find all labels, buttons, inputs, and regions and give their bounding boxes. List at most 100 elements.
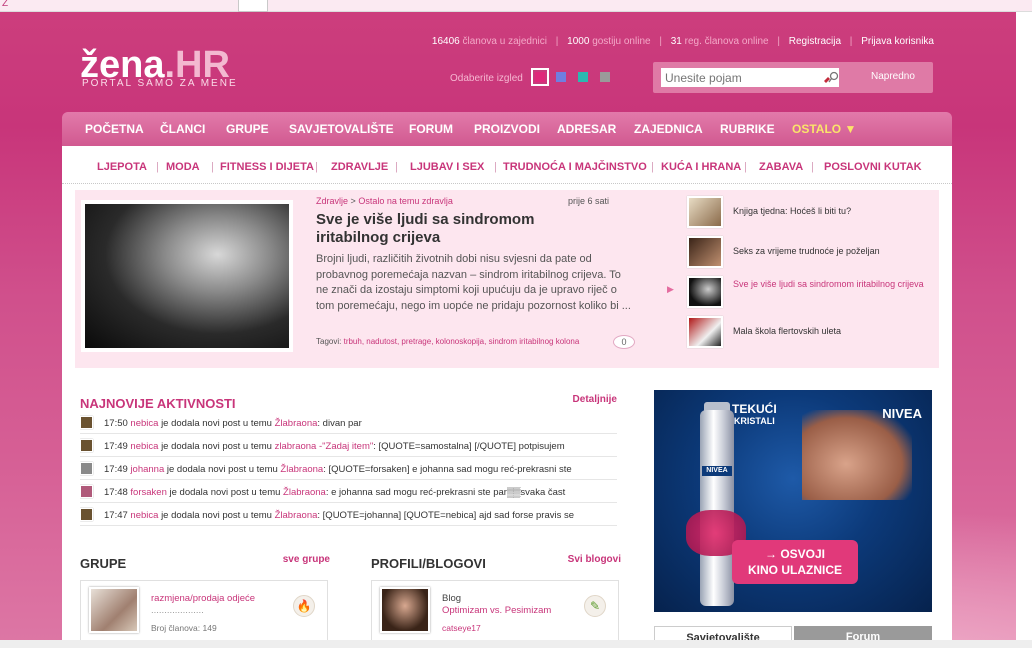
featured-image-frame[interactable] [81,200,293,352]
nav-pocetna[interactable]: POČETNA [85,122,144,136]
activity-topic[interactable]: zlabraona -"Zadaj item" [275,441,374,452]
theme-swatch-blue[interactable] [556,72,567,82]
activity-topic[interactable]: Žlabraona [280,464,323,475]
theme-swatch-grey[interactable] [599,72,610,82]
activity-user[interactable]: nebica [130,510,158,521]
advanced-search-link[interactable]: Napredno [871,71,915,82]
group-title[interactable]: razmjena/prodaja odjeće [151,593,255,604]
register-link[interactable]: Registracija [789,36,841,47]
group-card[interactable]: razmjena/prodaja odjeće ................… [80,580,328,642]
all-groups-link[interactable]: sve grupe [283,554,330,565]
side-article-thumb [687,196,723,228]
nav-clanci[interactable]: ČLANCI [160,122,205,136]
user-avatar[interactable] [80,508,93,521]
nivea-advertisement[interactable]: NIVEA TEKUĆI KRISTALI NIVEA → OSVOJI KINO … [654,390,932,612]
tags-label: Tagovi: [316,337,342,346]
activity-text: : divan par [317,418,362,429]
theme-swatch-pink[interactable] [530,68,549,86]
side-article-item[interactable]: Knjiga tjedna: Hoćeš li biti tu? [675,192,939,232]
activity-title: NAJNOVIJE AKTIVNOSTI [80,396,236,411]
subnav-kuca[interactable]: KUĆA I HRANA [661,161,741,173]
subnav-ljubav[interactable]: LJUBAV I SEX [410,161,484,173]
activity-row: 17:50 nebica je dodala novi post u temu … [80,412,617,434]
members-count: 16406 [431,36,460,47]
user-avatar[interactable] [80,416,93,429]
side-article-item-current[interactable]: ▶ Sve je više ljudi sa sindromom iritabi… [667,272,939,312]
nav-adresar[interactable]: ADRESAR [557,122,616,136]
activity-user[interactable]: nebica [130,441,158,452]
search-input[interactable] [661,68,839,87]
blog-card[interactable]: Blog Optimizam vs. Pesimizam catseye17 ✎ [371,580,619,642]
nav-zajednica[interactable]: ZAJEDNICA [634,122,703,136]
blog-title[interactable]: Optimizam vs. Pesimizam [442,605,551,616]
activity-time: 17:49 [104,441,128,452]
activity-topic[interactable]: Žlabraona [283,487,326,498]
nav-savjetovaliste[interactable]: SAVJETOVALIŠTE [289,122,394,136]
side-article-thumb [687,316,723,348]
blog-image [380,587,430,633]
activity-time: 17:49 [104,464,128,475]
all-blogs-link[interactable]: Svi blogovi [568,554,621,565]
activity-topic[interactable]: Žlabraona [275,510,318,521]
nav-forum[interactable]: FORUM [409,122,453,136]
subnav-zabava[interactable]: ZABAVA [759,161,803,173]
theme-swatch-teal[interactable] [578,72,589,82]
browser-tab[interactable] [238,0,268,12]
subnav-poslovni[interactable]: POSLOVNI KUTAK [824,161,922,173]
subnav-moda[interactable]: MODA [166,161,200,173]
blog-user[interactable]: catseye17 [442,623,481,633]
user-avatar[interactable] [80,485,93,498]
theme-picker: Odaberite izgled [450,68,610,86]
activity-user[interactable]: nebica [130,418,158,429]
activity-details-link[interactable]: Detaljnije [573,394,617,405]
subnav-ljepota[interactable]: LJEPOTA [97,161,147,173]
subnav-fitness[interactable]: FITNESS I DIJETA [220,161,314,173]
article-title[interactable]: Sve je više ljudi sa sindromom iritabiln… [316,211,606,247]
members-label: članova u zajednici [462,36,547,47]
login-link[interactable]: Prijava korisnika [861,36,934,47]
nav-grupe[interactable]: GRUPE [226,122,269,136]
article-excerpt: Brojni ljudi, različitih životnih dobi n… [316,253,631,312]
activity-topic[interactable]: Žlabraona [275,418,318,429]
activity-user[interactable]: johanna [130,464,164,475]
user-avatar[interactable] [80,462,93,475]
ad-cta-button[interactable]: → OSVOJI KINO ULAZNICE [732,540,858,584]
reg-count: 31 [670,36,682,47]
activity-row: 17:48 forsaken je dodala novi post u tem… [80,481,617,503]
guests-label: gostiju online [592,36,651,47]
activity-time: 17:48 [104,487,128,498]
group-dots: .................... [151,605,204,616]
current-arrow-icon: ▶ [667,284,674,294]
breadcrumb-category[interactable]: Zdravlje [316,196,348,206]
side-article-thumb [687,236,723,268]
site-tagline: PORTAL SAMO ZA MENE [82,78,238,89]
comment-count-badge[interactable]: 0 [613,335,635,349]
theme-label: Odaberite izgled [450,73,523,84]
activity-row: 17:47 nebica je dodala novi post u temu … [80,504,617,526]
flame-icon: 🔥 [293,595,315,617]
nav-rubrike[interactable]: RUBRIKE [720,122,775,136]
user-avatar[interactable] [80,439,93,452]
subnav-trudnoca[interactable]: TRUDNOĆA I MAJČINSTVO [503,161,647,173]
side-article-item[interactable]: Seks za vrijeme trudnoće je poželjan [675,232,939,272]
activity-time: 17:47 [104,510,128,521]
group-image [89,587,139,633]
activity-text: : [QUOTE=samostalna] [/QUOTE] potpisujem [373,441,565,452]
side-article-thumb [687,276,723,308]
subnav-zdravlje[interactable]: ZDRAVLJE [331,161,388,173]
tags-list[interactable]: trbuh, nadutost, pretrage, kolonoskopija… [344,337,580,346]
side-article-list: Knjiga tjedna: Hoćeš li biti tu? Seks za… [667,190,939,368]
category-nav: LJEPOTA | MODA | FITNESS I DIJETA | ZDRA… [62,146,952,184]
ad-can [700,410,734,606]
nav-proizvodi[interactable]: PROIZVODI [474,122,540,136]
activity-action: je dodala novi post u temu [161,418,272,429]
blog-type: Blog [442,593,462,604]
side-article-item[interactable]: Mala škola flertovskih uleta [675,312,939,352]
activity-text: : [QUOTE=johanna] [QUOTE=nebica] ajd sad… [317,510,575,521]
search-icon[interactable] [823,71,839,85]
site-header: žena.HR PORTAL SAMO ZA MENE 16406 članov… [62,22,952,112]
activity-user[interactable]: forsaken [130,487,166,498]
nav-ostalo[interactable]: OSTALO ▼ [792,122,856,136]
reg-label: reg. članova online [684,36,769,47]
breadcrumb-subcategory[interactable]: Ostalo na temu zdravlja [358,196,453,206]
